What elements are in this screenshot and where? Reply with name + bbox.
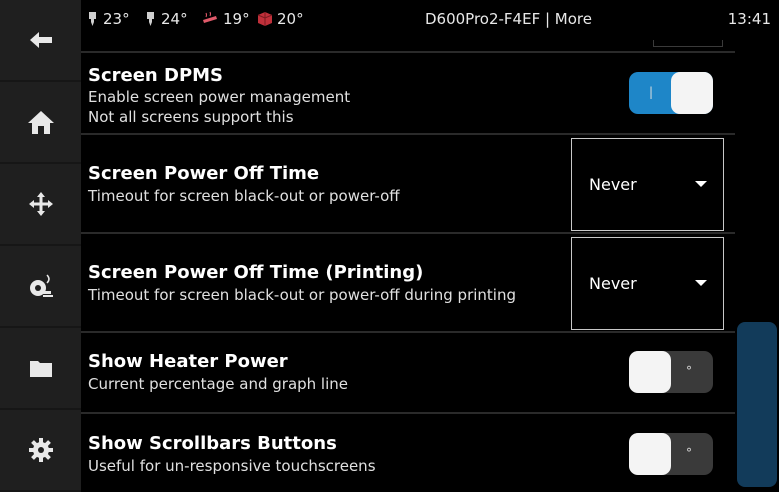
extruder-temp-icon	[147, 12, 154, 26]
setting-title: Show Scrollbars Buttons	[88, 433, 337, 454]
setting-row-heater-power: Show Heater Power Current percentage and…	[81, 331, 735, 413]
setting-desc: Timeout for screen black-out or power-of…	[88, 286, 516, 304]
setting-row-scrollbar-buttons: Show Scrollbars Buttons Useful for un-re…	[81, 412, 735, 492]
scrollbar[interactable]	[737, 322, 777, 487]
dropdown-value: Never	[589, 175, 637, 194]
setting-desc: Enable screen power management	[88, 88, 351, 106]
switch-on-mark: |	[649, 85, 654, 99]
chamber-icon	[257, 12, 273, 26]
setting-title: Show Heater Power	[88, 351, 288, 372]
heated-bed-icon	[203, 11, 217, 23]
temp-value: 24°	[161, 10, 188, 28]
extruder-temp[interactable]: 23°	[86, 10, 130, 28]
switch-knob	[629, 433, 671, 475]
back-arrow-icon	[29, 32, 52, 48]
switch-knob	[629, 351, 671, 393]
chamber-temp[interactable]: 20°	[257, 10, 304, 28]
extruder-temp[interactable]: 24°	[144, 10, 188, 28]
home-icon	[27, 111, 54, 134]
extrude-button[interactable]	[0, 246, 81, 328]
power-off-time-dropdown[interactable]: Never	[571, 138, 724, 231]
folder-icon	[29, 361, 52, 377]
temp-value: 20°	[277, 10, 304, 28]
switch-knob	[671, 72, 713, 114]
temp-value: 23°	[103, 10, 130, 28]
setting-title: Screen DPMS	[88, 65, 224, 86]
extruder-icon	[29, 274, 53, 297]
setting-row-power-off-time: Screen Power Off Time Timeout for screen…	[81, 133, 735, 233]
caret-down-icon	[695, 181, 707, 187]
scrollbar-buttons-toggle[interactable]: °	[629, 433, 713, 475]
caret-down-icon	[695, 280, 707, 286]
settings-button[interactable]	[0, 410, 81, 492]
gear-icon	[28, 438, 53, 462]
status-bar: 23° 24° 19° 20° D600Pro2-F4EF | More 13:…	[81, 0, 779, 40]
extruder-temp-icon	[89, 12, 96, 26]
back-button[interactable]	[0, 0, 81, 82]
dropdown-value: Never	[589, 274, 637, 293]
switch-off-mark: °	[686, 364, 692, 378]
home-button[interactable]	[0, 82, 81, 164]
files-button[interactable]	[0, 328, 81, 410]
bed-temp[interactable]: 19°	[201, 10, 250, 28]
setting-row-power-off-time-printing: Screen Power Off Time (Printing) Timeout…	[81, 232, 735, 332]
page-title: D600Pro2-F4EF | More	[425, 10, 592, 28]
setting-title: Screen Power Off Time (Printing)	[88, 262, 424, 283]
setting-desc: Timeout for screen black-out or power-of…	[88, 187, 400, 205]
clock: 13:41	[727, 10, 771, 28]
switch-off-mark: °	[686, 446, 692, 460]
settings-list[interactable]: Screen DPMS Enable screen power manageme…	[81, 0, 735, 492]
heater-power-toggle[interactable]: °	[629, 351, 713, 393]
move-icon	[28, 192, 53, 216]
sidebar	[0, 0, 81, 492]
dpms-toggle[interactable]: |	[629, 72, 713, 114]
setting-desc: Current percentage and graph line	[88, 375, 349, 393]
move-button[interactable]	[0, 164, 81, 246]
setting-row-dpms: Screen DPMS Enable screen power manageme…	[81, 51, 735, 134]
setting-desc: Not all screens support this	[88, 108, 294, 126]
power-off-time-printing-dropdown[interactable]: Never	[571, 237, 724, 330]
setting-desc: Useful for un-responsive touchscreens	[88, 457, 376, 475]
setting-title: Screen Power Off Time	[88, 163, 320, 184]
temp-value: 19°	[223, 10, 250, 28]
